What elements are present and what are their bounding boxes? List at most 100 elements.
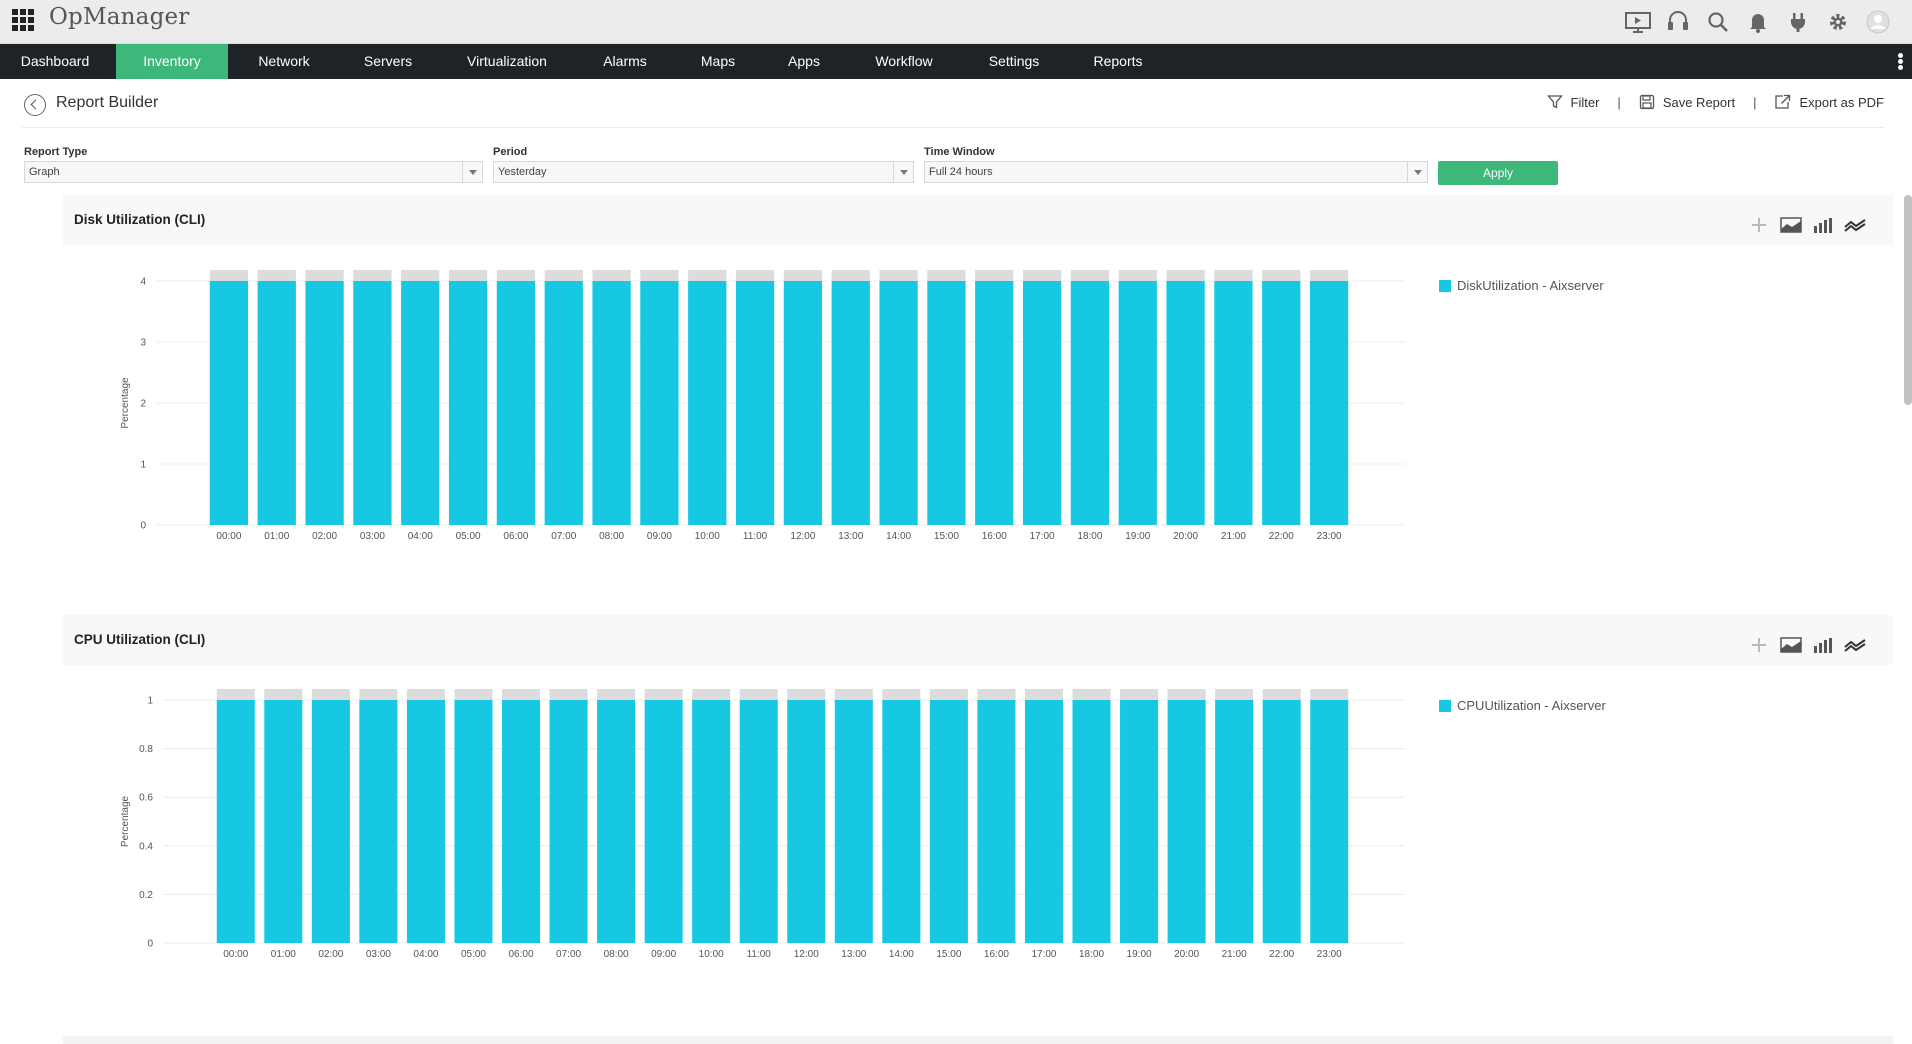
bar-cap bbox=[448, 270, 488, 281]
y-tick-label: 1 bbox=[147, 696, 153, 707]
x-tick-label: 01:00 bbox=[264, 531, 289, 542]
x-tick-label: 22:00 bbox=[1269, 531, 1294, 542]
x-tick-label: 06:00 bbox=[509, 949, 534, 960]
nav-item-reports[interactable]: Reports bbox=[1076, 44, 1160, 79]
bar-cap bbox=[879, 270, 918, 281]
report-type-select[interactable]: Graph bbox=[24, 161, 483, 183]
y-tick-label: 0.6 bbox=[139, 793, 153, 804]
search-icon[interactable] bbox=[1698, 6, 1738, 38]
export-pdf-button[interactable]: Export as PDF bbox=[1774, 94, 1884, 110]
save-report-button[interactable]: Save Report bbox=[1639, 94, 1735, 110]
bar bbox=[359, 700, 398, 943]
line-chart-icon[interactable] bbox=[1839, 635, 1871, 655]
line-chart-icon[interactable] bbox=[1839, 215, 1871, 235]
bar-cap bbox=[209, 270, 249, 281]
plus-icon[interactable] bbox=[1743, 215, 1775, 235]
apply-button[interactable]: Apply bbox=[1438, 161, 1558, 185]
legend-label: DiskUtilization - Aixserver bbox=[1457, 278, 1604, 293]
area-chart-icon[interactable] bbox=[1775, 215, 1807, 235]
x-tick-label: 23:00 bbox=[1317, 531, 1342, 542]
bar-cap bbox=[688, 270, 727, 281]
panel-header: Disk Utilization (CLI) bbox=[63, 195, 1893, 245]
time-window-select[interactable]: Full 24 hours bbox=[924, 161, 1428, 183]
x-tick-label: 01:00 bbox=[271, 949, 296, 960]
plus-icon[interactable] bbox=[1743, 635, 1775, 655]
bar-cap bbox=[1309, 270, 1349, 281]
bar bbox=[1215, 700, 1254, 943]
x-tick-label: 13:00 bbox=[838, 531, 863, 542]
report-type-label: Report Type bbox=[24, 146, 88, 158]
bar-cap bbox=[592, 270, 631, 281]
nav-item-alarms[interactable]: Alarms bbox=[580, 44, 670, 79]
chart-legend[interactable]: DiskUtilization - Aixserver bbox=[1439, 278, 1604, 293]
bar-cap bbox=[783, 270, 823, 281]
x-tick-label: 12:00 bbox=[790, 531, 815, 542]
nav-item-servers[interactable]: Servers bbox=[340, 44, 436, 79]
bar-cap bbox=[787, 689, 826, 700]
chart-legend[interactable]: CPUUtilization - Aixserver bbox=[1439, 698, 1606, 713]
x-tick-label: 11:00 bbox=[743, 531, 768, 542]
x-tick-label: 10:00 bbox=[699, 949, 724, 960]
bar-cap bbox=[305, 270, 344, 281]
nav-item-maps[interactable]: Maps bbox=[680, 44, 756, 79]
apps-grid-icon[interactable] bbox=[12, 9, 34, 31]
time-window-value: Full 24 hours bbox=[929, 166, 993, 178]
x-tick-label: 02:00 bbox=[312, 531, 337, 542]
bar-cap bbox=[929, 689, 968, 700]
y-tick-label: 4 bbox=[140, 277, 146, 288]
more-options-icon[interactable] bbox=[1898, 53, 1904, 71]
bar-chart-icon[interactable] bbox=[1807, 635, 1839, 655]
top-bar: OpManager bbox=[0, 0, 1912, 44]
bar-cap bbox=[927, 270, 966, 281]
header-actions: Filter | Save Report | Export as PDF bbox=[1546, 94, 1884, 110]
save-icon bbox=[1639, 94, 1654, 110]
presentation-icon[interactable] bbox=[1618, 6, 1658, 38]
bar-cap bbox=[1072, 689, 1111, 700]
bar bbox=[735, 281, 775, 525]
bar-cap bbox=[597, 689, 636, 700]
bar-chart-icon[interactable] bbox=[1807, 215, 1839, 235]
nav-item-apps[interactable]: Apps bbox=[768, 44, 840, 79]
y-tick-label: 0.8 bbox=[139, 744, 153, 755]
headset-icon[interactable] bbox=[1658, 6, 1698, 38]
y-axis-label: Percentage bbox=[120, 795, 131, 847]
bar bbox=[1022, 281, 1062, 525]
bar bbox=[1120, 700, 1159, 943]
bar bbox=[834, 700, 873, 943]
bell-icon[interactable] bbox=[1738, 6, 1778, 38]
x-tick-label: 13:00 bbox=[841, 949, 866, 960]
nav-item-inventory[interactable]: Inventory bbox=[116, 44, 228, 79]
nav-item-virtualization[interactable]: Virtualization bbox=[450, 44, 564, 79]
y-tick-label: 0 bbox=[147, 939, 153, 950]
nav-item-network[interactable]: Network bbox=[234, 44, 334, 79]
bar bbox=[406, 700, 445, 943]
area-chart-icon[interactable] bbox=[1775, 635, 1807, 655]
x-tick-label: 14:00 bbox=[886, 531, 911, 542]
nav-item-dashboard[interactable]: Dashboard bbox=[0, 44, 110, 79]
user-avatar-icon[interactable] bbox=[1858, 6, 1898, 38]
y-tick-label: 1 bbox=[140, 460, 146, 471]
x-tick-label: 19:00 bbox=[1125, 531, 1150, 542]
bar bbox=[1309, 281, 1349, 525]
bar bbox=[688, 281, 727, 525]
bar bbox=[257, 281, 296, 525]
y-tick-label: 3 bbox=[140, 338, 146, 349]
page-scrollbar[interactable] bbox=[1904, 195, 1912, 405]
x-tick-label: 03:00 bbox=[360, 531, 385, 542]
bar bbox=[882, 700, 921, 943]
nav-item-settings[interactable]: Settings bbox=[966, 44, 1062, 79]
filter-button[interactable]: Filter bbox=[1546, 94, 1599, 110]
plug-icon[interactable] bbox=[1778, 6, 1818, 38]
bar bbox=[1072, 700, 1111, 943]
bar bbox=[783, 281, 823, 525]
back-button[interactable] bbox=[24, 94, 46, 116]
nav-item-workflow[interactable]: Workflow bbox=[856, 44, 952, 79]
period-group: Period Yesterday bbox=[493, 143, 914, 183]
bar bbox=[1118, 281, 1157, 525]
bar bbox=[644, 700, 683, 943]
gear-icon[interactable] bbox=[1818, 6, 1858, 38]
bar bbox=[549, 700, 588, 943]
bar-cap bbox=[496, 270, 536, 281]
disk-utilization-panel: Disk Utilization (CLI) 0 1 2 3 4 Percentage 00… bbox=[63, 195, 1893, 585]
period-select[interactable]: Yesterday bbox=[493, 161, 914, 183]
